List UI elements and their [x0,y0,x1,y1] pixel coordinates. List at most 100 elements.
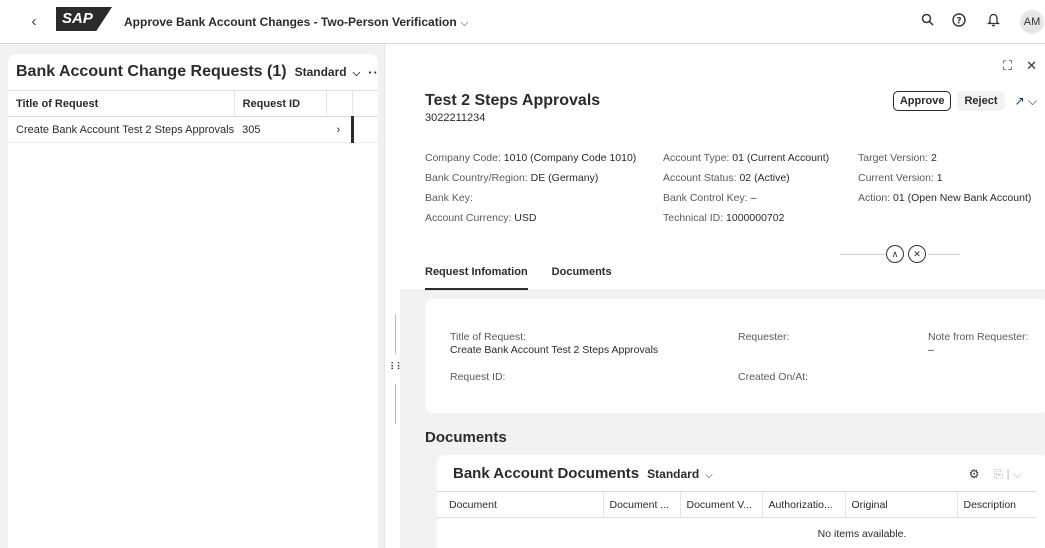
column-header-document-type[interactable]: Document ... [602,491,680,518]
column-header-document[interactable]: Document [437,491,603,518]
attribute-value: 1000000702 [726,212,785,224]
attribute-account-currency: Account Currency: USD [425,212,636,232]
attribute-column-1: Company Code: 1010 (Company Code 1010) B… [425,152,636,232]
column-header-original[interactable]: Original [844,491,957,518]
column-header-description[interactable]: Description [956,491,1037,518]
attribute-label: Bank Country/Region: [425,172,528,184]
column-header-request-id[interactable]: Request ID [233,90,327,117]
table-row[interactable]: Create Bank Account Test 2 Steps Approva… [8,116,378,143]
attribute-label: Account Status: [663,172,737,184]
sap-logo[interactable]: SAP [56,7,112,31]
requester-label: Requester: [738,331,790,343]
documents-table-header: Bank Account Documents Standard ⌵ [453,465,713,482]
request-info-card: Title of Request: Create Bank Account Te… [425,299,1045,413]
documents-toolbar: ⚙︎ ⎘ | ⌵ [969,467,1022,482]
attribute-label: Account Type: [663,152,730,164]
documents-variant-selector[interactable]: Standard ⌵ [647,467,713,481]
settings-icon[interactable]: ⚙︎ [969,467,980,482]
header-actions: Approve Reject ↗︎ ⌵ [892,91,1038,111]
close-icon[interactable]: ✕ [1026,58,1037,74]
collapse-rule-right [928,254,960,255]
chevron-down-icon: ⌵ [705,470,713,481]
row-request-id: 305 [234,116,327,143]
attribute-value: 02 (Active) [739,172,790,184]
empty-row: No items available. [437,518,1037,548]
splitter-line-top [395,314,396,354]
documents-table: Document Document ... Document V... Auth… [437,491,1037,548]
approve-button[interactable]: Approve [892,91,952,111]
splitter-line-bottom [395,384,396,424]
fullscreen-icon[interactable]: ⛶ [1003,58,1012,74]
user-avatar[interactable]: AM [1020,10,1044,34]
chevron-down-icon: ⌵ [460,18,469,29]
bell-icon[interactable] [984,13,1002,31]
navigation-arrow-icon[interactable]: › [326,116,354,143]
chevron-down-icon: ⌵ [352,68,361,79]
attribute-value: 01 (Open New Bank Account) [893,192,1032,204]
attribute-value: DE (Germany) [530,172,599,184]
column-header-title[interactable]: Title of Request [8,90,235,117]
header-collapse-bar: ∧ ✕ [840,244,960,264]
collapse-header-icon[interactable]: ∧ [886,245,904,263]
pin-icon[interactable]: ✕ [908,245,926,263]
tab-request-information[interactable]: Request Infomation [425,266,528,290]
variant-label: Standard [647,467,700,481]
attribute-label: Action: [858,192,891,204]
variant-selector[interactable]: Standard ⌵ [295,65,361,79]
collapse-rule-left [840,254,885,255]
attribute-value: 1010 (Company Code 1010) [503,152,637,164]
created-on-label: Created On/At: [738,371,809,383]
back-icon[interactable]: ‹ [24,12,44,32]
attribute-account-status: Account Status: 02 (Active) [663,172,829,192]
search-icon[interactable] [918,13,936,31]
attribute-technical-id: Technical ID: 1000000702 [663,212,829,232]
object-subtitle: 3022211234 [425,112,486,124]
object-title: Test 2 Steps Approvals [425,92,601,109]
tab-documents[interactable]: Documents [552,266,612,290]
attribute-column-3: Target Version: 2 Current Version: 1 Act… [858,152,1031,212]
attribute-label: Technical ID: [663,212,724,224]
copy-icon[interactable]: ⎘ | ⌵ [994,467,1022,482]
share-icon[interactable]: ↗︎ ⌵ [1015,94,1038,109]
column-header-document-version[interactable]: Document V... [679,491,762,518]
title-of-request-value: Create Bank Account Test 2 Steps Approva… [450,344,659,356]
row-title: Create Bank Account Test 2 Steps Approva… [8,116,235,143]
no-items-text: No items available. [817,527,907,540]
app-title-menu[interactable]: Approve Bank Account Changes - Two-Perso… [124,15,468,29]
more-options-icon[interactable]: ··· [368,65,378,80]
documents-table-card: Bank Account Documents Standard ⌵ ⚙︎ ⎘ | ⌵… [437,455,1045,548]
request-id-label: Request ID: [450,371,506,383]
app-title: Approve Bank Account Changes - Two-Perso… [124,15,457,29]
attribute-action: Action: 01 (Open New Bank Account) [858,192,1031,212]
attribute-column-2: Account Type: 01 (Current Account) Accou… [663,152,829,232]
documents-section-heading: Documents [425,429,507,446]
attribute-bank-key: Bank Key: [425,192,636,212]
master-list-area: Bank Account Change Requests (1) Standar… [0,44,384,548]
master-list-title: Bank Account Change Requests (1) [16,63,287,80]
note-from-requester-label: Note from Requester: [928,331,1029,343]
attribute-label: Bank Key: [425,192,473,204]
attribute-label: Bank Control Key: [663,192,748,204]
attribute-bank-control-key: Bank Control Key: – [663,192,829,212]
attribute-label: Target Version: [858,152,929,164]
attribute-label: Current Version: [858,172,934,184]
row-filler [352,116,378,143]
svg-text:?: ? [956,17,961,27]
reject-button[interactable]: Reject [957,91,1005,111]
attribute-value: 2 [930,152,937,164]
splitter[interactable]: ⠇⠇ [384,44,404,548]
column-header-filler [351,90,378,117]
attribute-company-code: Company Code: 1010 (Company Code 1010) [425,152,636,172]
note-from-requester-value: – [928,344,934,356]
tab-bar: Request Infomation Documents [425,266,612,290]
master-list-panel: Bank Account Change Requests (1) Standar… [8,54,378,548]
detail-page: ⛶ ✕ Test 2 Steps Approvals 3022211234 Ap… [400,44,1045,548]
attribute-label: Company Code: [425,152,501,164]
detail-top-actions: ⛶ ✕ [1003,58,1037,74]
column-header-authorization[interactable]: Authorizatio... [761,491,845,518]
attribute-value: 01 (Current Account) [732,152,830,164]
master-list-header: Bank Account Change Requests (1) Standar… [8,54,378,90]
attribute-label: Account Currency: [425,212,512,224]
help-icon[interactable]: ? [950,13,968,31]
attribute-value: USD [514,212,537,224]
